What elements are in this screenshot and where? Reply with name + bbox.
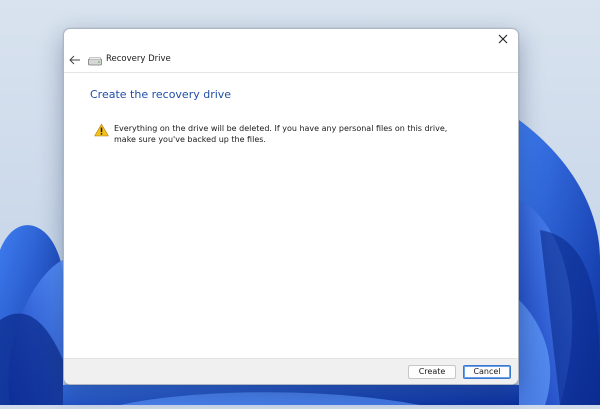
wizard-content: Create the recovery drive Everything on … — [64, 73, 518, 360]
recovery-drive-window: Recovery Drive Create the recovery drive… — [63, 28, 519, 385]
close-button[interactable] — [488, 29, 518, 49]
create-button[interactable]: Create — [408, 365, 456, 379]
warning-icon — [94, 123, 109, 137]
window-header: Recovery Drive — [64, 49, 518, 73]
button-bar: Create Cancel — [64, 358, 518, 384]
window-title: Recovery Drive — [106, 54, 171, 64]
cancel-button[interactable]: Cancel — [463, 365, 511, 379]
back-button[interactable] — [66, 51, 84, 69]
close-icon — [498, 34, 508, 44]
page-heading: Create the recovery drive — [90, 88, 232, 101]
warning-message: Everything on the drive will be deleted.… — [114, 124, 448, 144]
back-arrow-icon — [69, 55, 80, 65]
drive-icon — [88, 57, 102, 66]
